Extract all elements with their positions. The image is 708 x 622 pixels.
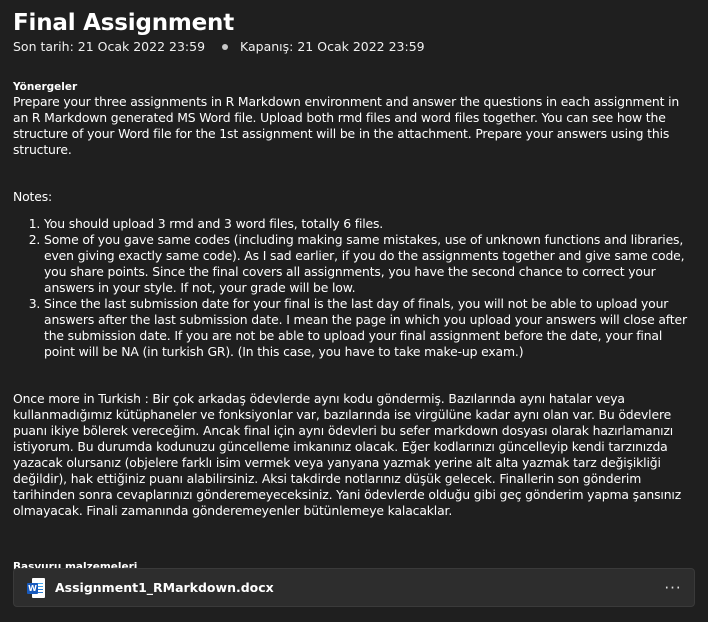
list-item: Some of you gave same codes (including m… <box>44 232 696 296</box>
list-item: Since the last submission date for your … <box>44 296 696 360</box>
assignment-dates: Son tarih: 21 Ocak 2022 23:59 Kapanış: 2… <box>13 39 696 55</box>
assignment-page: Final Assignment Son tarih: 21 Ocak 2022… <box>0 0 708 622</box>
word-document-icon: W <box>27 577 45 598</box>
separator-dot <box>222 44 229 50</box>
close-date: Kapanış: 21 Ocak 2022 23:59 <box>240 39 425 54</box>
instructions-heading: Yönergeler <box>13 81 78 93</box>
more-options-icon[interactable]: ··· <box>662 577 684 599</box>
turkish-note: Once more in Turkish : Bir çok arkadaş ö… <box>13 391 682 518</box>
list-item: You should upload 3 rmd and 3 word files… <box>44 216 696 232</box>
word-badge: W <box>27 582 38 594</box>
page-title: Final Assignment <box>13 10 235 36</box>
due-date: Son tarih: 21 Ocak 2022 23:59 <box>13 39 206 54</box>
attachment-file-name[interactable]: Assignment1_RMarkdown.docx <box>55 580 662 595</box>
instructions-intro: Prepare your three assignments in R Mark… <box>13 94 680 157</box>
notes-list: You should upload 3 rmd and 3 word files… <box>13 216 696 360</box>
notes-title: Notes: <box>13 189 53 204</box>
attachment-item[interactable]: W Assignment1_RMarkdown.docx ··· <box>13 568 695 607</box>
